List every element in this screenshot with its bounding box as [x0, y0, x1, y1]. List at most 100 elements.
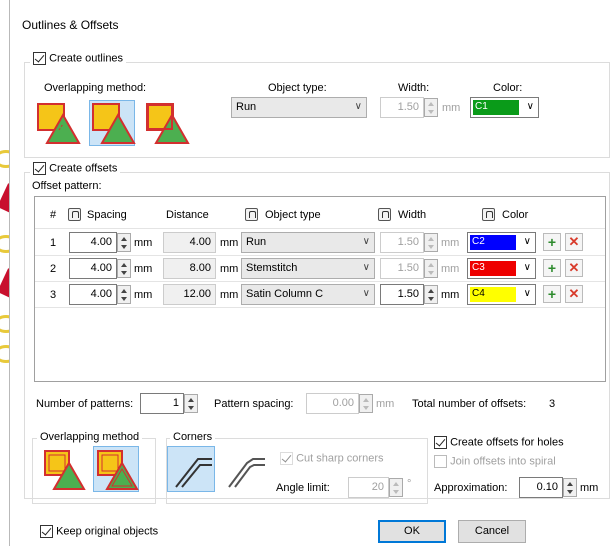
chevron-down-icon: ∨ — [362, 288, 370, 299]
corner-sharp-icon — [175, 458, 212, 488]
row-object-type-select[interactable]: Stemstitch ∨ — [241, 258, 375, 279]
angle-limit-input[interactable]: 20 — [348, 477, 389, 498]
create-outlines-checkbox[interactable]: Create outlines — [30, 52, 127, 65]
lock-icon[interactable] — [68, 208, 81, 221]
table-header: # Spacing Distance Object type Width Col… — [35, 197, 605, 229]
offset-overlap-1-button[interactable] — [40, 446, 86, 492]
offset-overlap-2-button[interactable] — [93, 446, 139, 492]
overlap-method-3-button[interactable] — [143, 100, 190, 146]
row-color-select[interactable]: C2 ∨ — [467, 232, 536, 253]
spacing-unit: mm — [134, 289, 153, 301]
approximation-spinner[interactable] — [563, 478, 577, 497]
cut-sharp-check[interactable] — [280, 452, 293, 465]
header-distance: Distance — [166, 209, 209, 221]
cut-sharp-corners-checkbox[interactable]: Cut sharp corners — [280, 452, 384, 465]
delete-row-button[interactable]: ✕ — [565, 259, 583, 277]
add-row-button[interactable]: + — [543, 233, 561, 251]
approximation-input[interactable]: 0.10 — [519, 477, 563, 498]
spacing-input[interactable]: 4.00 — [69, 258, 117, 279]
holes-check[interactable] — [434, 436, 447, 449]
lock-icon[interactable] — [378, 208, 391, 221]
spacing-input[interactable]: 4.00 — [69, 284, 117, 305]
create-offsets-label: Create offsets — [49, 162, 118, 175]
chevron-down-icon: ∨ — [526, 101, 534, 112]
lock-icon[interactable] — [482, 208, 495, 221]
outlines-offsets-dialog: Outlines & Offsets Create outlines Overl… — [9, 0, 616, 546]
overlap-method-label: Overlapping method: — [44, 82, 147, 94]
row-color-select[interactable]: C4 ∨ — [467, 284, 536, 305]
row-width-input[interactable]: 1.50 — [380, 232, 424, 253]
header-color: Color — [502, 209, 529, 221]
row-width-input[interactable]: 1.50 — [380, 284, 424, 305]
pattern-spacing-input[interactable]: 0.00 — [306, 393, 359, 414]
row-num: 3 — [50, 289, 57, 301]
num-patterns-input[interactable]: 1 — [140, 393, 184, 414]
angle-limit-label: Angle limit: — [276, 482, 330, 494]
spacing-spinner[interactable] — [117, 259, 131, 278]
color-label: Color: — [493, 82, 523, 94]
create-outlines-check[interactable] — [33, 52, 46, 65]
add-row-button[interactable]: + — [543, 285, 561, 303]
overlap-method-2-button[interactable] — [89, 100, 136, 146]
corners-label: Corners — [170, 431, 216, 443]
outline-object-type-select[interactable]: Run ∨ — [231, 97, 367, 118]
row-width-spinner[interactable] — [424, 285, 438, 304]
spacing-unit: mm — [134, 263, 153, 275]
corner-cut-button[interactable] — [220, 446, 268, 492]
outline-color-select[interactable]: C1 ∨ — [470, 97, 539, 118]
delete-row-button[interactable]: ✕ — [565, 233, 583, 251]
create-outlines-label: Create outlines — [49, 52, 124, 65]
corner-sharp-button[interactable] — [167, 446, 215, 492]
num-patterns-spinner[interactable] — [184, 394, 198, 413]
join-spiral-checkbox[interactable]: Join offsets into spiral — [434, 455, 556, 468]
keep-original-check[interactable] — [40, 525, 53, 538]
row-width-spinner[interactable] — [424, 233, 438, 252]
holes-label: Create offsets for holes — [450, 436, 564, 449]
offsets-for-holes-checkbox[interactable]: Create offsets for holes — [434, 436, 564, 449]
delete-row-button[interactable]: ✕ — [565, 285, 583, 303]
pattern-spacing-spinner[interactable] — [359, 394, 373, 413]
corner-cut-icon — [228, 458, 265, 488]
row-width-unit: mm — [441, 237, 460, 249]
ok-button[interactable]: OK — [378, 520, 446, 543]
table-row: 1 4.00 mm 4.00 mm Run ∨ 1.50 mm C2 ∨ + ✕ — [35, 230, 605, 256]
outline-color-swatch: C1 — [473, 100, 519, 115]
outline-width-spinner[interactable] — [424, 98, 438, 117]
row-width-unit: mm — [441, 263, 460, 275]
overlap-union-icon — [37, 103, 81, 144]
overlap-method-1-button[interactable] — [34, 100, 81, 146]
create-offsets-check[interactable] — [33, 162, 46, 175]
spacing-spinner[interactable] — [117, 285, 131, 304]
spiral-check[interactable] — [434, 455, 447, 468]
row-width-unit: mm — [441, 289, 460, 301]
chevron-down-icon: ∨ — [523, 288, 531, 299]
angle-unit: ° — [407, 478, 412, 490]
header-object-type: Object type — [265, 209, 321, 221]
overlap-front-icon — [92, 103, 136, 144]
row-width-spinner[interactable] — [424, 259, 438, 278]
lock-icon[interactable] — [245, 208, 258, 221]
offset-overlap-nested-icon — [97, 450, 139, 490]
angle-limit-spinner[interactable] — [389, 478, 403, 497]
total-offsets-value: 3 — [549, 398, 556, 410]
distance-value: 4.00 — [163, 232, 216, 253]
chevron-down-icon: ∨ — [523, 262, 531, 273]
row-num: 1 — [50, 237, 57, 249]
row-width-input[interactable]: 1.50 — [380, 258, 424, 279]
distance-value: 12.00 — [163, 284, 216, 305]
row-object-type-select[interactable]: Satin Column C ∨ — [241, 284, 375, 305]
row-color-select[interactable]: C3 ∨ — [467, 258, 536, 279]
outline-object-type-value: Run — [236, 101, 257, 113]
width-label: Width: — [398, 82, 430, 94]
create-offsets-checkbox[interactable]: Create offsets — [30, 162, 121, 175]
outline-width-unit: mm — [442, 102, 461, 114]
keep-original-checkbox[interactable]: Keep original objects — [40, 525, 158, 538]
outline-width-input[interactable]: 1.50 — [380, 97, 424, 118]
cancel-button[interactable]: Cancel — [458, 520, 526, 543]
dialog-title: Outlines & Offsets — [22, 18, 119, 32]
header-spacing: Spacing — [87, 209, 127, 221]
row-object-type-select[interactable]: Run ∨ — [241, 232, 375, 253]
spacing-spinner[interactable] — [117, 233, 131, 252]
spacing-input[interactable]: 4.00 — [69, 232, 117, 253]
add-row-button[interactable]: + — [543, 259, 561, 277]
